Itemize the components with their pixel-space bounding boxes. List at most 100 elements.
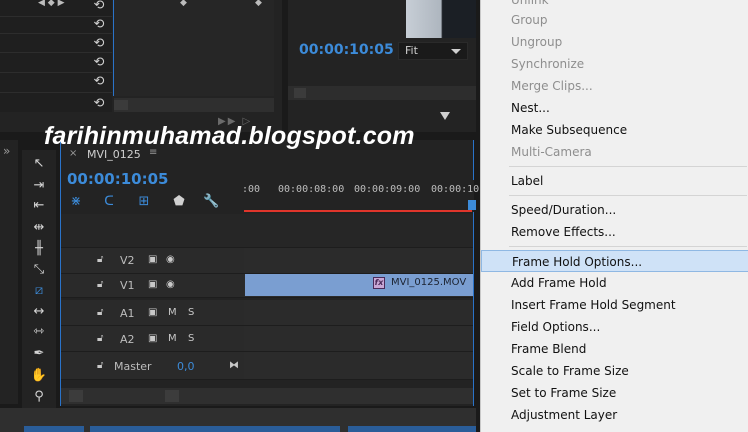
menu-item-merge-clips[interactable]: Merge Clips...: [481, 75, 748, 97]
reset-parameter-icon[interactable]: [90, 0, 108, 16]
scroll-thumb-left[interactable]: [69, 390, 83, 402]
mute-button[interactable]: M: [168, 333, 177, 344]
razor-tool-icon[interactable]: ⧄: [28, 281, 50, 301]
menu-item-add-frame-hold[interactable]: Add Frame Hold: [481, 272, 748, 294]
eye-icon[interactable]: ◉: [166, 279, 175, 290]
bottom-bar-segment: [348, 426, 476, 432]
monitor-scrollbar[interactable]: [288, 86, 476, 100]
zoom-fit-dropdown[interactable]: Fit: [398, 42, 468, 60]
menu-item-field-options[interactable]: Field Options...: [481, 316, 748, 338]
menu-item-make-subsequence[interactable]: Make Subsequence: [481, 119, 748, 141]
snap-icon[interactable]: ⋇: [68, 194, 84, 210]
keyframe-nav-icon[interactable]: ◀ ◆ ▶: [38, 0, 65, 8]
rate-stretch-icon[interactable]: ⤡: [28, 260, 50, 280]
time-ruler[interactable]: :00 00:00:08:00 00:00:09:00 00:00:10: [242, 180, 479, 212]
menu-item-insert-frame-hold-segment[interactable]: Insert Frame Hold Segment: [481, 294, 748, 316]
solo-button[interactable]: S: [188, 307, 194, 318]
fit-label: Fit: [405, 44, 418, 57]
eye-icon[interactable]: ◉: [166, 254, 175, 265]
fx-horizontal-scrollbar[interactable]: [114, 98, 274, 112]
menu-item-remove-effects[interactable]: Remove Effects...: [481, 221, 748, 243]
marker-icon[interactable]: ⬟: [171, 194, 187, 210]
keyframe-diamond-icon[interactable]: ◆: [255, 0, 262, 8]
track-header-v1[interactable]: 🔓︎ V1 ▣ ◉: [61, 274, 244, 298]
mute-button[interactable]: M: [168, 307, 177, 318]
menu-item-group[interactable]: Group: [481, 9, 748, 31]
menu-separator: [509, 195, 747, 196]
zoom-tool-icon[interactable]: ⚲: [28, 387, 50, 407]
sync-lock-icon[interactable]: ▣: [148, 333, 157, 344]
bottom-bar: [0, 408, 476, 432]
menu-item-adjustment-layer[interactable]: Adjustment Layer: [481, 404, 748, 426]
reset-parameter-icon[interactable]: [90, 36, 108, 54]
track-body-a1[interactable]: [244, 300, 473, 326]
keyframe-diamond-icon[interactable]: ◆: [180, 0, 187, 8]
track-name: A2: [120, 333, 135, 346]
scroll-thumb[interactable]: [294, 88, 306, 98]
track-select-backward-icon[interactable]: ⇤: [28, 196, 50, 216]
track-name: A1: [120, 307, 135, 320]
program-monitor: 00:00:10:05 Fit: [288, 0, 476, 132]
track-header-a1[interactable]: 🔓︎ A1 ▣ M S: [61, 300, 244, 326]
track-header-v2[interactable]: 🔓︎ V2 ▣ ◉: [61, 248, 244, 274]
double-chevron-icon[interactable]: »: [3, 144, 10, 158]
scroll-thumb[interactable]: [114, 100, 128, 110]
playhead-marker-icon[interactable]: [440, 112, 450, 120]
go-to-end-icon[interactable]: ⧓: [229, 360, 239, 371]
lock-icon[interactable]: 🔓︎: [97, 360, 103, 371]
lock-icon[interactable]: 🔓︎: [97, 307, 103, 318]
track-body-v2[interactable]: [244, 248, 473, 274]
ripple-edit-icon[interactable]: ⇹: [28, 218, 50, 238]
wrench-icon[interactable]: 🔧: [203, 194, 219, 210]
slide-tool-icon[interactable]: ⇿: [28, 322, 50, 342]
reset-parameter-icon[interactable]: [90, 17, 108, 35]
menu-item-multi-camera[interactable]: Multi-Camera: [481, 141, 748, 163]
selection-tool-icon[interactable]: ↖: [28, 154, 50, 174]
sync-lock-icon[interactable]: ▣: [148, 279, 157, 290]
panel-collapse-strip: »: [0, 140, 18, 404]
playhead-icon[interactable]: [468, 200, 476, 210]
pen-tool-icon[interactable]: ✒: [28, 344, 50, 364]
work-area-bar[interactable]: [244, 210, 472, 212]
track-body-a2[interactable]: [244, 326, 473, 352]
solo-button[interactable]: S: [188, 333, 194, 344]
sync-lock-icon[interactable]: ▣: [148, 307, 157, 318]
video-clip[interactable]: fx MVI_0125.MOV: [245, 274, 473, 296]
timeline-panel: × MVI_0125 ≡ 00:00:10:05 ⋇ ᑕ ⊞ ⬟ 🔧 :00 0…: [60, 140, 479, 406]
rolling-edit-icon[interactable]: ╫: [28, 239, 50, 259]
timeline-horizontal-scrollbar[interactable]: [61, 388, 473, 404]
linked-selection-icon[interactable]: ᑕ: [101, 194, 117, 210]
track-header-empty: [61, 214, 244, 248]
menu-item-synchronize[interactable]: Synchronize: [481, 53, 748, 75]
lock-icon[interactable]: 🔓︎: [97, 254, 103, 265]
video-frame-image: [406, 0, 476, 38]
track-select-forward-icon[interactable]: ⇥: [28, 176, 50, 196]
track-header-master[interactable]: 🔓︎ Master 0,0 ⧓: [61, 352, 244, 380]
lock-icon[interactable]: 🔓︎: [97, 333, 103, 344]
ruler-label: 00:00:09:00: [354, 184, 421, 195]
slip-tool-icon[interactable]: ↔: [28, 302, 50, 322]
scroll-thumb-right[interactable]: [165, 390, 179, 402]
reset-parameter-icon[interactable]: [90, 74, 108, 92]
lock-icon[interactable]: 🔓︎: [97, 279, 103, 290]
track-name: V2: [120, 254, 135, 267]
menu-item-nest[interactable]: Nest...: [481, 97, 748, 119]
menu-item-scale-to-frame-size[interactable]: Scale to Frame Size: [481, 360, 748, 382]
track-header-a2[interactable]: 🔓︎ A2 ▣ M S: [61, 326, 244, 352]
sync-lock-icon[interactable]: ▣: [148, 254, 157, 265]
menu-item-set-to-frame-size[interactable]: Set to Frame Size: [481, 382, 748, 404]
timeline-timecode[interactable]: 00:00:10:05: [67, 170, 169, 188]
menu-item-ungroup[interactable]: Ungroup: [481, 31, 748, 53]
track-body-empty: [244, 214, 473, 248]
menu-item-label[interactable]: Label: [481, 170, 748, 192]
menu-item-frame-hold-options[interactable]: Frame Hold Options...: [481, 250, 748, 272]
ruler-label: 00:00:10: [431, 184, 480, 195]
master-volume-value[interactable]: 0,0: [177, 360, 195, 373]
program-timecode[interactable]: 00:00:10:05: [299, 42, 394, 58]
add-marker-icon[interactable]: ⊞: [136, 194, 152, 210]
menu-item-frame-blend[interactable]: Frame Blend: [481, 338, 748, 360]
reset-parameter-icon[interactable]: [90, 55, 108, 73]
menu-item-speed-duration[interactable]: Speed/Duration...: [481, 199, 748, 221]
hand-tool-icon[interactable]: ✋: [28, 366, 50, 386]
track-body-master[interactable]: [244, 352, 473, 380]
